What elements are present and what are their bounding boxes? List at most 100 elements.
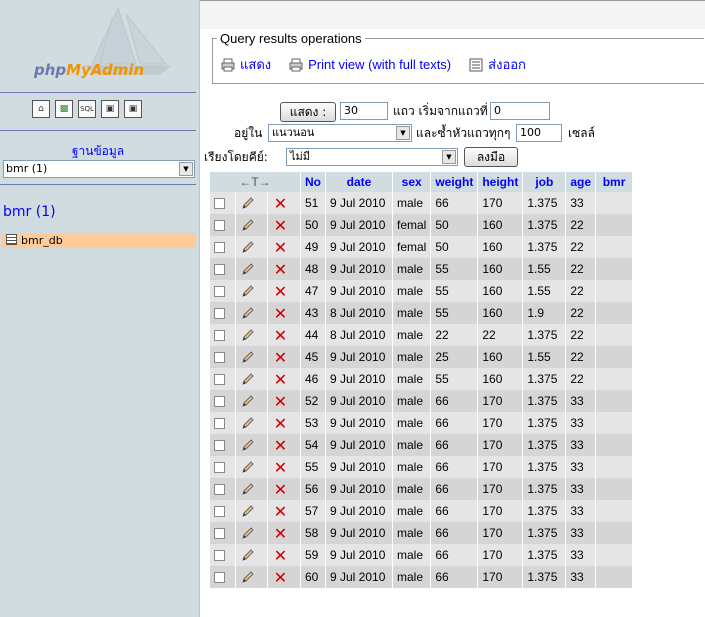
table-row[interactable]: ✕ 45 9 Jul 2010 male 25 160 1.55 22 [210,346,634,368]
row-checkbox[interactable] [214,352,225,364]
column-arrows-header[interactable]: ←T→ [210,172,301,192]
delete-x-icon[interactable]: ✕ [272,348,288,367]
pencil-edit-icon[interactable] [240,349,256,365]
chevron-down-icon[interactable]: ▼ [179,162,193,176]
pencil-edit-icon[interactable] [240,569,256,585]
pencil-edit-icon[interactable] [240,481,256,497]
row-checkbox[interactable] [214,396,225,408]
delete-x-icon[interactable]: ✕ [272,414,288,433]
delete-x-icon[interactable]: ✕ [272,524,288,543]
table-list-item[interactable]: bmr_db [2,233,195,248]
table-row[interactable]: ✕ 56 9 Jul 2010 male 66 170 1.375 33 [210,478,634,500]
pencil-edit-icon[interactable] [240,415,256,431]
delete-x-icon[interactable]: ✕ [272,304,288,323]
pencil-edit-icon[interactable] [240,459,256,475]
table-row[interactable]: ✕ 55 9 Jul 2010 male 66 170 1.375 33 [210,456,634,478]
row-checkbox[interactable] [214,264,225,276]
pencil-edit-icon[interactable] [240,195,256,211]
pencil-edit-icon[interactable] [240,261,256,277]
table-row[interactable]: ✕ 53 9 Jul 2010 male 66 170 1.375 33 [210,412,634,434]
repeat-headers-input[interactable]: 100 [516,124,562,142]
table-row[interactable]: ✕ 48 9 Jul 2010 male 55 160 1.55 22 [210,258,634,280]
column-header-no[interactable]: No [300,172,326,192]
row-checkbox[interactable] [214,528,225,540]
table-row[interactable]: ✕ 46 9 Jul 2010 male 55 160 1.375 22 [210,368,634,390]
pencil-edit-icon[interactable] [240,217,256,233]
delete-x-icon[interactable]: ✕ [272,326,288,345]
phpmyadmin-logo[interactable]: phpMyAdmin [0,0,200,88]
row-checkbox[interactable] [214,572,225,584]
sort-key-select[interactable]: ไม่มี ▼ [286,148,458,166]
row-checkbox[interactable] [214,286,225,298]
column-header-bmr[interactable]: bmr [595,172,634,192]
delete-x-icon[interactable]: ✕ [272,194,288,213]
pencil-edit-icon[interactable] [240,503,256,519]
pencil-edit-icon[interactable] [240,305,256,321]
delete-x-icon[interactable]: ✕ [272,546,288,565]
pencil-edit-icon[interactable] [240,283,256,299]
column-header-date[interactable]: date [325,172,393,192]
row-checkbox[interactable] [214,220,225,232]
chevron-down-icon[interactable]: ▼ [442,150,456,164]
column-header-age[interactable]: age [565,172,597,192]
row-checkbox[interactable] [214,462,225,474]
table-row[interactable]: ✕ 57 9 Jul 2010 male 66 170 1.375 33 [210,500,634,522]
row-checkbox[interactable] [214,374,225,386]
pencil-edit-icon[interactable] [240,525,256,541]
print-view-link[interactable]: แสดง [221,54,271,75]
row-checkbox[interactable] [214,484,225,496]
row-checkbox[interactable] [214,198,225,210]
row-checkbox[interactable] [214,550,225,562]
sql-query-icon[interactable]: SQL [78,100,96,118]
row-checkbox[interactable] [214,418,225,430]
table-row[interactable]: ✕ 44 8 Jul 2010 male 22 22 1.375 22 [210,324,634,346]
table-row[interactable]: ✕ 43 8 Jul 2010 male 55 160 1.9 22 [210,302,634,324]
documentation-icon[interactable]: ▣ [101,100,119,118]
pencil-edit-icon[interactable] [240,547,256,563]
mysql-docs-icon[interactable]: ▣ [124,100,142,118]
table-row[interactable]: ✕ 52 9 Jul 2010 male 66 170 1.375 33 [210,390,634,412]
delete-x-icon[interactable]: ✕ [272,436,288,455]
home-icon[interactable]: ⌂ [32,100,50,118]
delete-x-icon[interactable]: ✕ [272,480,288,499]
current-database-link[interactable]: bmr (1) [3,204,56,220]
pencil-edit-icon[interactable] [240,437,256,453]
table-row[interactable]: ✕ 54 9 Jul 2010 male 66 170 1.375 33 [210,434,634,456]
table-row[interactable]: ✕ 59 9 Jul 2010 male 66 170 1.375 33 [210,544,634,566]
go-button[interactable]: ลงมือ [464,147,518,167]
chevron-down-icon[interactable]: ▼ [396,126,410,140]
column-header-sex[interactable]: sex [392,172,432,192]
start-row-input[interactable]: 0 [490,102,550,120]
table-row[interactable]: ✕ 49 9 Jul 2010 femal 50 160 1.375 22 [210,236,634,258]
delete-x-icon[interactable]: ✕ [272,568,288,587]
delete-x-icon[interactable]: ✕ [272,238,288,257]
row-checkbox[interactable] [214,506,225,518]
database-select[interactable]: bmr (1) ▼ [3,160,195,178]
delete-x-icon[interactable]: ✕ [272,282,288,301]
row-checkbox[interactable] [214,242,225,254]
column-header-height[interactable]: height [477,172,524,192]
delete-x-icon[interactable]: ✕ [272,392,288,411]
rows-count-input[interactable]: 30 [340,102,388,120]
table-row[interactable]: ✕ 60 9 Jul 2010 male 66 170 1.375 33 [210,566,634,588]
pencil-edit-icon[interactable] [240,393,256,409]
row-checkbox[interactable] [214,308,225,320]
delete-x-icon[interactable]: ✕ [272,502,288,521]
display-mode-select[interactable]: แนวนอน ▼ [268,124,412,142]
pencil-edit-icon[interactable] [240,239,256,255]
table-row[interactable]: ✕ 50 9 Jul 2010 femal 50 160 1.375 22 [210,214,634,236]
pencil-edit-icon[interactable] [240,371,256,387]
print-view-full-link[interactable]: Print view (with full texts) [289,54,451,75]
delete-x-icon[interactable]: ✕ [272,216,288,235]
pencil-edit-icon[interactable] [240,327,256,343]
column-header-job[interactable]: job [522,172,567,192]
row-checkbox[interactable] [214,330,225,342]
table-row[interactable]: ✕ 58 9 Jul 2010 male 66 170 1.375 33 [210,522,634,544]
table-row[interactable]: ✕ 47 9 Jul 2010 male 55 160 1.55 22 [210,280,634,302]
delete-x-icon[interactable]: ✕ [272,458,288,477]
exit-icon[interactable]: ▩ [55,100,73,118]
delete-x-icon[interactable]: ✕ [272,260,288,279]
delete-x-icon[interactable]: ✕ [272,370,288,389]
table-row[interactable]: ✕ 51 9 Jul 2010 male 66 170 1.375 33 [210,192,634,214]
column-header-weight[interactable]: weight [430,172,479,192]
